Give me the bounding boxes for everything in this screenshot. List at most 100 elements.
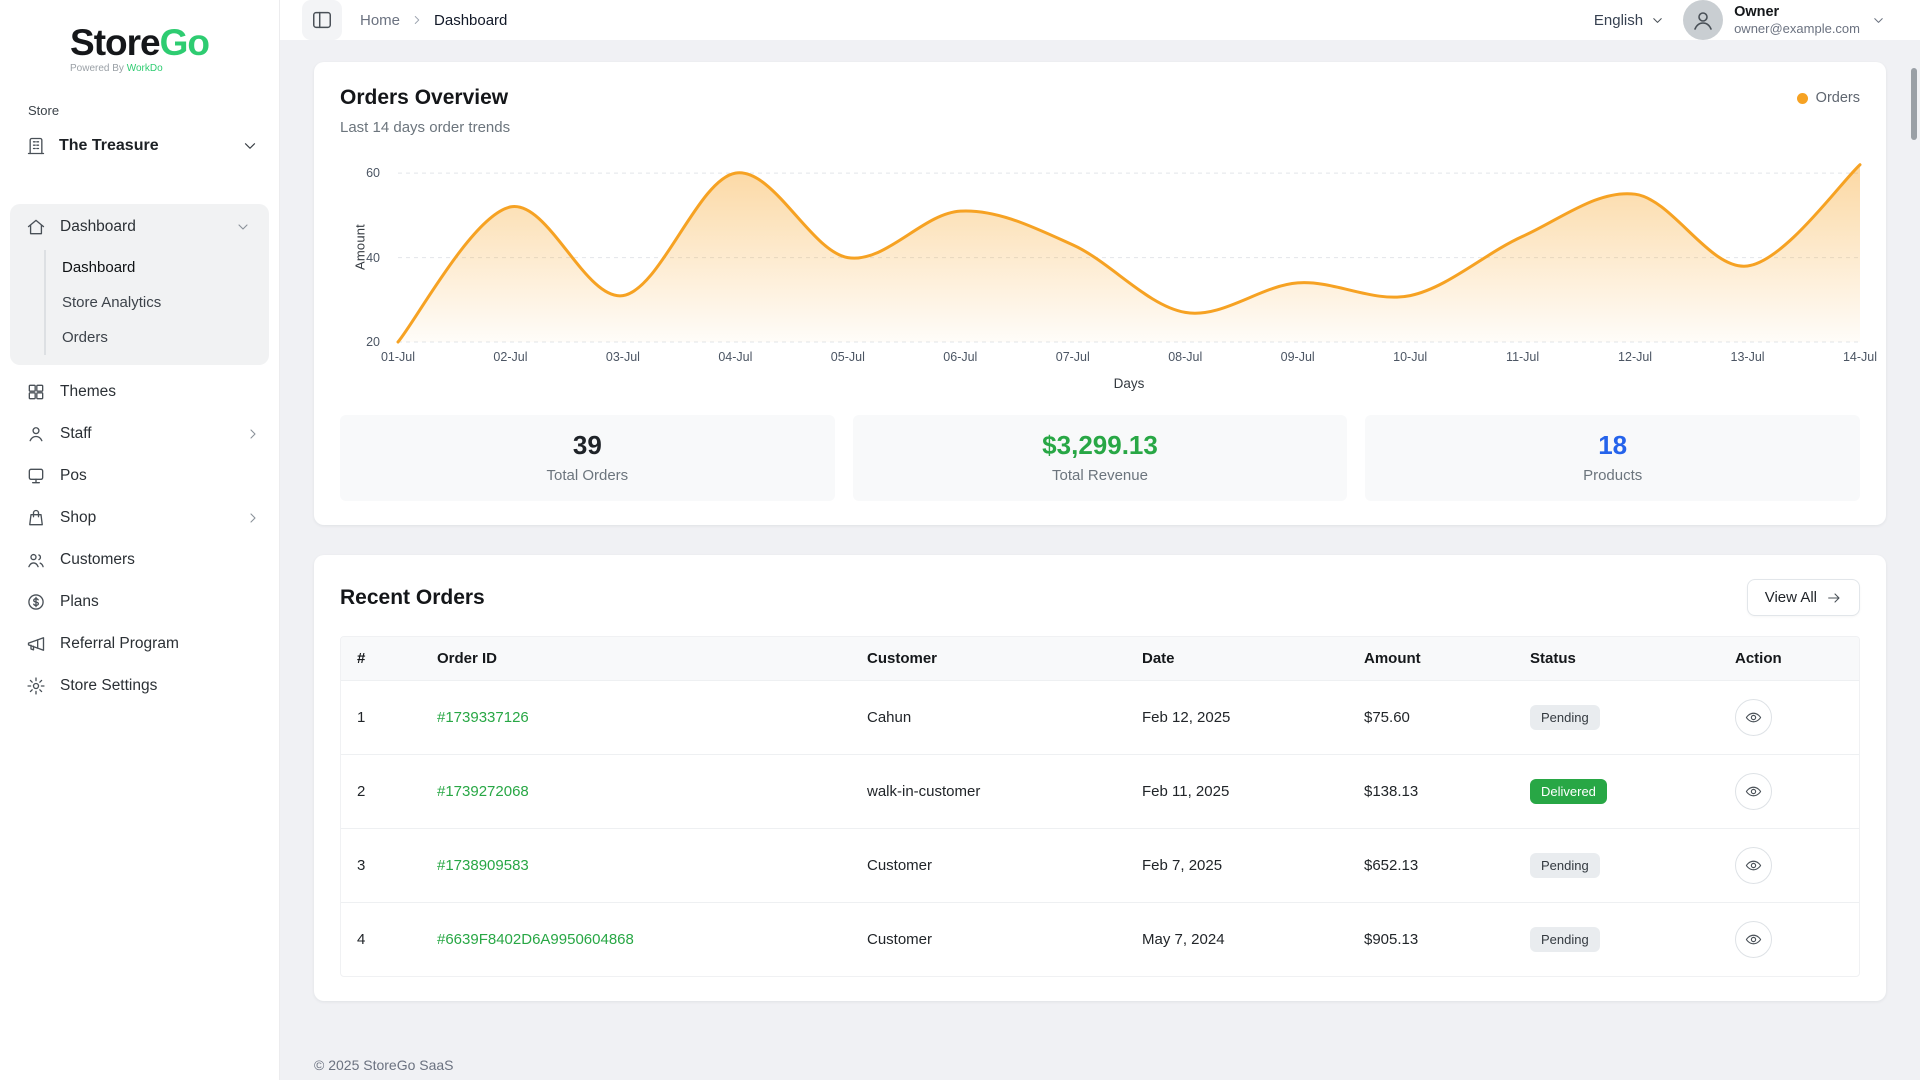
powered-by-text: Powered By WorkDo xyxy=(70,63,209,74)
eye-icon xyxy=(1745,857,1762,874)
stat-tile-total-revenue: $3,299.13 Total Revenue xyxy=(853,415,1348,501)
sidebar-item-customers[interactable]: Customers xyxy=(0,539,279,581)
breadcrumb-home[interactable]: Home xyxy=(360,12,400,29)
settings-icon xyxy=(26,676,46,696)
cell-amount: $75.60 xyxy=(1348,691,1514,744)
main-area: Home Dashboard English Owner owner@examp… xyxy=(280,0,1920,1080)
sidebar-item-label: Store Settings xyxy=(60,677,157,695)
sidebar: StoreGo Powered By WorkDo Store The Trea… xyxy=(0,0,280,1080)
recent-orders-table: #Order IDCustomerDateAmountStatusAction 1… xyxy=(340,636,1860,977)
sidebar-subitem-dashboard[interactable]: Dashboard xyxy=(46,250,269,285)
chart-legend: Orders xyxy=(1797,90,1860,106)
view-order-button[interactable] xyxy=(1735,921,1772,958)
pos-icon xyxy=(26,466,46,486)
order-id-link[interactable]: #1738909583 xyxy=(437,857,529,874)
x-tick-label: 08-Jul xyxy=(1168,350,1202,364)
x-tick-label: 10-Jul xyxy=(1393,350,1427,364)
footer-copyright: © 2025 StoreGo SaaS xyxy=(314,1057,1886,1073)
customers-icon xyxy=(26,550,46,570)
sidebar-item-referral-program[interactable]: Referral Program xyxy=(0,623,279,665)
cell-index: 1 xyxy=(341,691,421,744)
column-header-status: Status xyxy=(1514,637,1719,680)
arrow-right-icon xyxy=(1826,590,1842,606)
sidebar-item-label: Plans xyxy=(60,593,99,611)
sidebar-item-label: Dashboard xyxy=(60,218,136,236)
table-header-row: #Order IDCustomerDateAmountStatusAction xyxy=(341,637,1859,681)
status-badge: Delivered xyxy=(1530,779,1607,804)
x-tick-label: 11-Jul xyxy=(1506,350,1539,364)
scrollbar-thumb[interactable] xyxy=(1911,68,1917,140)
column-header-action: Action xyxy=(1719,637,1859,680)
status-badge: Pending xyxy=(1530,705,1600,730)
sidebar-item-label: Themes xyxy=(60,383,116,401)
chevron-right-icon xyxy=(410,13,424,27)
view-all-label: View All xyxy=(1765,589,1817,606)
sidebar-item-label: Shop xyxy=(60,509,96,527)
store-name: The Treasure xyxy=(59,137,159,155)
order-id-link[interactable]: #6639F8402D6A9950604868 xyxy=(437,931,634,948)
view-order-button[interactable] xyxy=(1735,773,1772,810)
cell-amount: $138.13 xyxy=(1348,765,1514,818)
cell-date: May 7, 2024 xyxy=(1126,913,1348,966)
order-id-link[interactable]: #1739272068 xyxy=(437,783,529,800)
sidebar-item-shop[interactable]: Shop xyxy=(0,497,279,539)
sidebar-item-staff[interactable]: Staff xyxy=(0,413,279,455)
sidebar-item-themes[interactable]: Themes xyxy=(0,371,279,413)
chart-container: Amount 204060 01-Jul02-Jul03-Jul04-Jul05… xyxy=(340,152,1860,391)
sidebar-item-label: Referral Program xyxy=(60,635,179,653)
recent-orders-card: Recent Orders View All #Order IDCustomer… xyxy=(314,555,1886,1001)
chevron-down-icon xyxy=(235,219,251,235)
plans-icon xyxy=(26,592,46,612)
y-tick-label: 60 xyxy=(366,166,380,180)
stat-label: Total Revenue xyxy=(863,467,1338,484)
y-axis-ticks: 204060 xyxy=(340,152,390,342)
eye-icon xyxy=(1745,709,1762,726)
sidebar-subitem-orders[interactable]: Orders xyxy=(46,320,269,355)
app-root: StoreGo Powered By WorkDo Store The Trea… xyxy=(0,0,1920,1080)
order-id-link[interactable]: #1739337126 xyxy=(437,709,529,726)
view-order-button[interactable] xyxy=(1735,699,1772,736)
cell-amount: $652.13 xyxy=(1348,839,1514,892)
avatar xyxy=(1683,0,1723,40)
view-all-button[interactable]: View All xyxy=(1747,579,1860,616)
language-dropdown[interactable]: English xyxy=(1594,12,1665,29)
sidebar-item-label: Customers xyxy=(60,551,135,569)
sidebar-item-dashboard[interactable]: Dashboard xyxy=(10,206,269,248)
sidebar-subitem-store-analytics[interactable]: Store Analytics xyxy=(46,285,269,320)
chevron-down-icon[interactable] xyxy=(241,137,259,155)
sidebar-item-label: Pos xyxy=(60,467,87,485)
view-order-button[interactable] xyxy=(1735,847,1772,884)
orders-overview-subtitle: Last 14 days order trends xyxy=(340,119,510,136)
x-axis-ticks: 01-Jul02-Jul03-Jul04-Jul05-Jul06-Jul07-J… xyxy=(398,350,1860,370)
column-header-order-id: Order ID xyxy=(421,637,851,680)
sidebar-panel-icon xyxy=(311,9,333,31)
sidebar-toggle-button[interactable] xyxy=(302,0,342,40)
y-tick-label: 20 xyxy=(366,335,380,349)
chevron-down-icon xyxy=(1871,13,1886,28)
home-icon xyxy=(26,217,46,237)
storego-logo[interactable]: StoreGo Powered By WorkDo xyxy=(70,24,209,74)
building-icon xyxy=(26,136,46,156)
cell-customer: Customer xyxy=(851,913,1126,966)
column-header-date: Date xyxy=(1126,637,1348,680)
top-header: Home Dashboard English Owner owner@examp… xyxy=(280,0,1920,40)
cell-index: 2 xyxy=(341,765,421,818)
x-tick-label: 12-Jul xyxy=(1618,350,1652,364)
cell-date: Feb 12, 2025 xyxy=(1126,691,1348,744)
profile-meta: Owner owner@example.com xyxy=(1734,3,1860,37)
shop-icon xyxy=(26,508,46,528)
cell-customer: walk-in-customer xyxy=(851,765,1126,818)
table-row: 3#1738909583CustomerFeb 7, 2025$652.13Pe… xyxy=(341,829,1859,903)
y-tick-label: 40 xyxy=(366,251,380,265)
sidebar-sublist: DashboardStore AnalyticsOrders xyxy=(44,250,269,355)
orders-overview-title: Orders Overview xyxy=(340,86,510,110)
staff-icon xyxy=(26,424,46,444)
sidebar-item-plans[interactable]: Plans xyxy=(0,581,279,623)
stat-value: $3,299.13 xyxy=(863,430,1338,461)
sidebar-item-store-settings[interactable]: Store Settings xyxy=(0,665,279,707)
sidebar-item-pos[interactable]: Pos xyxy=(0,455,279,497)
cell-customer: Cahun xyxy=(851,691,1126,744)
store-selector[interactable]: The Treasure xyxy=(0,126,279,166)
store-section-label: Store xyxy=(28,103,279,118)
profile-menu[interactable]: Owner owner@example.com xyxy=(1683,0,1886,40)
